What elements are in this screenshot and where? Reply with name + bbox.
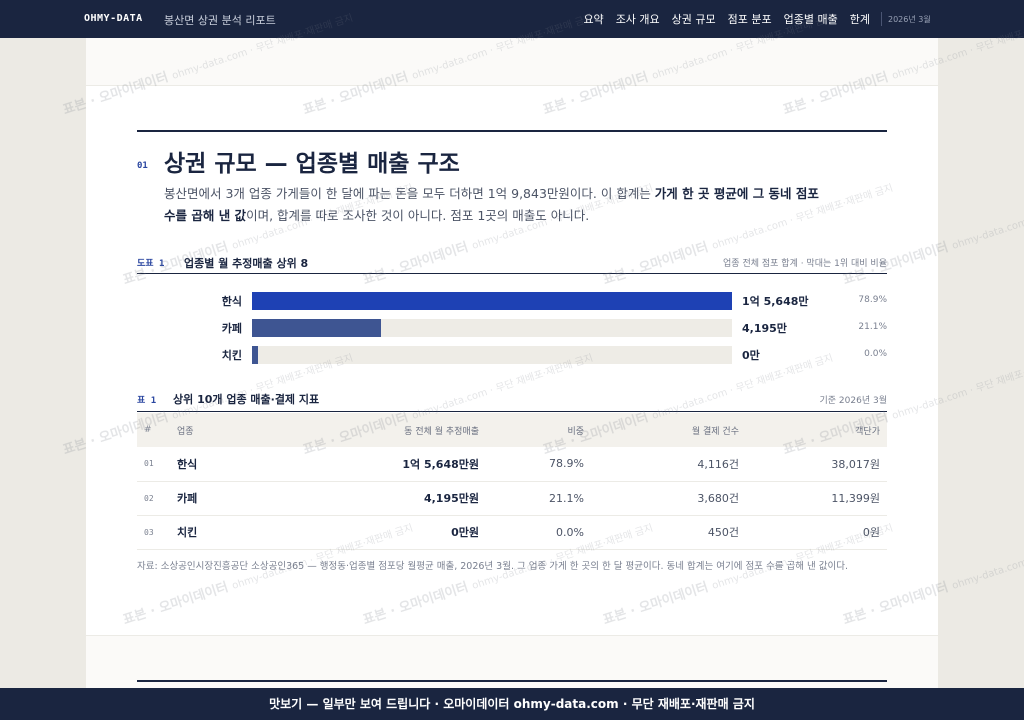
cell-sales: 0만원	[451, 526, 479, 539]
bar-row: 한식 1억 5,648만 78.9%	[86, 292, 938, 310]
report-title: 봉산면 상권 분석 리포트	[164, 14, 276, 27]
cell-industry: 카페	[177, 492, 198, 505]
figure-title: 업종별 월 추정매출 상위 8	[184, 257, 309, 270]
table-row: 02 카페 4,195만원 21.1% 3,680건 11,399원	[137, 481, 887, 515]
cell-payments: 4,116건	[697, 457, 739, 471]
report-date: 2026년 3월	[888, 15, 931, 24]
nav-item-market-size[interactable]: 상권 규모	[672, 11, 716, 27]
bar	[252, 346, 258, 364]
preview-banner: 맛보기 — 일부만 보여 드립니다 · 오마이데이터 ohmy-data.com…	[0, 688, 1024, 720]
lead-text-end: 이며, 합계를 따로 조사한 것이 아니다. 점포 1곳의 매출도 아니다.	[246, 208, 590, 223]
bar-category-label: 치킨	[221, 349, 242, 362]
figure-note: 업종 전체 점포 합계 · 막대는 1위 대비 비율	[723, 259, 887, 269]
report-page: 01 상권 규모 — 업종별 매출 구조 봉산면에서 3개 업종 가게들이 한 …	[86, 38, 938, 688]
cell-rank: 01	[144, 459, 154, 469]
bar-track	[252, 346, 732, 364]
bar-share-label: 0.0%	[864, 349, 887, 359]
cell-payments: 450건	[707, 526, 739, 539]
bar-share-label: 21.1%	[858, 322, 887, 332]
col-header-industry: 업종	[177, 426, 194, 437]
nav-item-summary[interactable]: 요약	[583, 11, 603, 27]
cell-industry: 한식	[177, 457, 198, 471]
cell-rank: 03	[144, 527, 154, 537]
col-header-avg-spend: 객단가	[855, 426, 880, 437]
nav-item-overview[interactable]: 조사 개요	[616, 11, 660, 27]
top-nav-bar: OHMY-DATA 봉산면 상권 분석 리포트 요약 조사 개요 상권 규모 점…	[0, 0, 1024, 38]
next-section-rule	[137, 680, 887, 682]
cell-sales: 4,195만원	[423, 492, 479, 505]
bar-track	[252, 319, 732, 337]
page-top-band	[86, 38, 938, 86]
table-row: 03 치킨 0만원 0.0% 450건 0원	[137, 515, 887, 549]
section-top-rule	[137, 130, 887, 132]
source-note: 자료: 소상공인시장진흥공단 소상공인365 — 행정동·업종별 점포당 월평균…	[137, 561, 849, 572]
bar-share-label: 78.9%	[858, 295, 887, 305]
main-nav: 요약 조사 개요 상권 규모 점포 분포 업종별 매출 한계	[583, 0, 870, 38]
cell-sales: 1억 5,648만원	[402, 457, 479, 471]
nav-divider	[881, 12, 882, 26]
bar-value-label: 0만	[742, 349, 760, 362]
bar-category-label: 카페	[221, 322, 242, 335]
table-row: 01 한식 1억 5,648만원 78.9% 4,116건 38,017원	[137, 447, 887, 481]
bar-value-label: 4,195만	[742, 322, 787, 335]
bar	[252, 319, 381, 337]
cell-industry: 치킨	[177, 526, 198, 539]
lead-text: 봉산면에서 3개 업종 가게들이 한 달에 파는 돈을 모두 더하면 1억 9,…	[164, 186, 655, 201]
nav-item-store-distribution[interactable]: 점포 분포	[728, 11, 772, 27]
bar-track	[252, 292, 732, 310]
cell-share: 78.9%	[549, 457, 584, 471]
nav-item-limitations[interactable]: 한계	[850, 11, 870, 27]
table-caption: 표 1 상위 10개 업종 매출·결제 지표 기준 2026년 3월	[137, 390, 887, 412]
col-header-share: 비중	[567, 426, 584, 437]
cell-rank: 02	[144, 493, 154, 503]
col-header-payments: 월 결제 건수	[691, 426, 739, 437]
bar-row: 카페 4,195만 21.1%	[86, 319, 938, 337]
nav-item-sales-by-industry[interactable]: 업종별 매출	[784, 11, 838, 27]
col-header-rank: #	[144, 425, 152, 435]
cell-avg-spend: 38,017원	[831, 457, 880, 471]
bar-row: 치킨 0만 0.0%	[86, 346, 938, 364]
brand-logo[interactable]: OHMY-DATA	[84, 13, 143, 24]
cell-avg-spend: 11,399원	[831, 492, 880, 505]
cell-avg-spend: 0원	[862, 526, 880, 539]
cell-payments: 3,680건	[697, 492, 739, 505]
metrics-table: # 업종 동 전체 월 추정매출 비중 월 결제 건수 객단가 01 한식 1억…	[137, 413, 887, 550]
section-title: 상권 규모 — 업종별 매출 구조	[164, 151, 460, 177]
table-title: 상위 10개 업종 매출·결제 지표	[173, 393, 320, 406]
bar	[252, 292, 732, 310]
bar-category-label: 한식	[221, 295, 242, 308]
figure-label: 도표 1	[137, 259, 165, 269]
bar-value-label: 1억 5,648만	[742, 295, 809, 308]
section-number: 01	[137, 161, 148, 171]
cell-share: 21.1%	[549, 491, 584, 505]
col-header-sales: 동 전체 월 추정매출	[404, 426, 479, 437]
cell-share: 0.0%	[556, 525, 584, 539]
section-lead: 봉산면에서 3개 업종 가게들이 한 달에 파는 돈을 모두 더하면 1억 9,…	[164, 183, 824, 227]
figure-caption: 도표 1 업종별 월 추정매출 상위 8 업종 전체 점포 합계 · 막대는 1…	[137, 254, 887, 274]
table-label: 표 1	[137, 396, 157, 406]
table-note: 기준 2026년 3월	[819, 396, 887, 406]
table-header-row: # 업종 동 전체 월 추정매출 비중 월 결제 건수 객단가	[137, 413, 887, 447]
